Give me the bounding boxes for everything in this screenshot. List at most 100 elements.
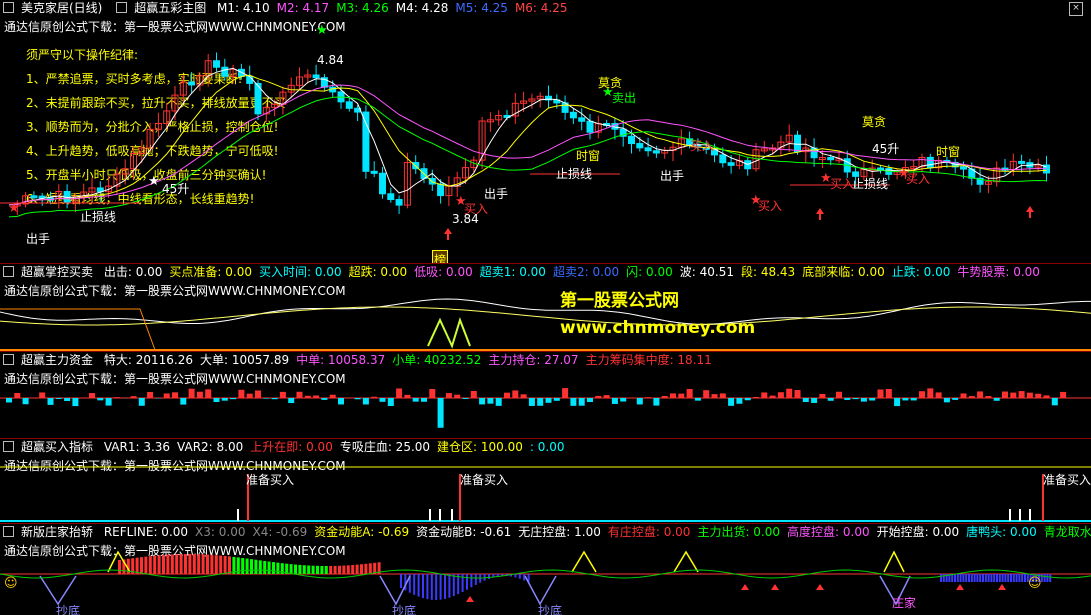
momentum-bar-neg (426, 574, 429, 600)
capital-bar-up (429, 389, 436, 398)
buy-arrow-icon (1026, 206, 1034, 212)
watermark-url: www.chnmoney.com (560, 318, 756, 338)
momentum-bar (118, 560, 121, 574)
buy-indicator-panel[interactable]: 超赢买入指标 VAR1: 3.36 VAR2: 8.00 上升在即: 0.00 专吸庄… (0, 439, 1091, 524)
capital-bar-up (686, 389, 693, 398)
momentum-bar (298, 564, 302, 574)
capital-bar-up (753, 397, 759, 398)
capital-bar-up (603, 395, 610, 398)
capital-bar-up (279, 391, 286, 398)
momentum-bar-neg (987, 574, 990, 582)
capital-bar-down (487, 398, 494, 404)
capital-bar-up (113, 397, 120, 398)
momentum-bar (311, 565, 315, 574)
candle-body (794, 134, 801, 153)
capital-bar-down (553, 398, 560, 401)
capital-bar-up (794, 390, 801, 398)
momentum-bar-neg (1010, 574, 1012, 582)
rise-label: 45升 (162, 182, 190, 196)
momentum-bar (254, 559, 258, 574)
capital-bar-up (711, 394, 718, 398)
capital-bar-down (138, 398, 145, 406)
momentum-bar-neg (1018, 574, 1021, 582)
bottom-label-1: 抄底 (56, 604, 81, 615)
buy-arrow-icon (998, 584, 1006, 590)
momentum-bar-neg (993, 574, 996, 582)
capital-bar-down (387, 398, 394, 407)
capital-bar-down (338, 398, 344, 405)
dealer-panel[interactable]: 新版庄家抬轿 REFLINE: 0.00 X3: 0.00 X4: -0.69 资金动… (0, 524, 1091, 615)
capital-bar-down (495, 398, 502, 406)
momentum-bar (197, 554, 201, 574)
oversold-line (0, 308, 156, 351)
control-panel[interactable]: 超赢掌控买卖 出击: 0.00 买点准备: 0.00 买入时间: 0.00 超跌: 0… (0, 264, 1091, 352)
sell-out-label-3: 出手 (660, 169, 685, 183)
candle-body (188, 81, 196, 86)
momentum-bar-neg (1024, 574, 1026, 582)
capital-bar-up (296, 391, 303, 398)
momentum-bar (263, 560, 267, 574)
capital-chart[interactable] (0, 352, 1091, 438)
capital-bar-up (371, 396, 378, 398)
momentum-bar-neg (954, 574, 956, 582)
capital-bar-up (1018, 391, 1025, 398)
momentum-bar-neg (1004, 574, 1007, 582)
capital-bar-up (919, 391, 925, 398)
candle-body (636, 143, 644, 149)
capital-bar-up (14, 392, 21, 398)
capital-bar-down (694, 398, 701, 401)
capital-bar-down (105, 398, 112, 406)
candle-body (387, 193, 395, 201)
candle-body (827, 157, 835, 161)
momentum-bar-neg (1049, 574, 1052, 582)
wave-line-1 (0, 298, 1091, 325)
capital-bar-down (611, 398, 618, 404)
buy-label-1: 买入 (464, 202, 489, 216)
momentum-bar-neg (448, 574, 451, 598)
momentum-bar (166, 554, 170, 574)
candle-body (30, 195, 38, 199)
rise-label-2: 45升 (872, 142, 900, 156)
capital-bar-up (1060, 391, 1067, 398)
momentum-bar (175, 554, 179, 574)
momentum-bar (170, 554, 174, 574)
capital-bar-down (578, 398, 585, 406)
momentum-bar (179, 554, 183, 574)
capital-bar-down (271, 398, 278, 400)
momentum-bar-neg (1007, 574, 1010, 582)
capital-bar-down (230, 398, 237, 400)
momentum-bar-neg (400, 574, 402, 588)
momentum-bar-neg (996, 574, 998, 582)
capital-bar-up (977, 391, 984, 398)
capital-bar-up (504, 392, 510, 398)
capital-bar-down (852, 398, 859, 400)
momentum-bar (272, 562, 275, 574)
momentum-bar (307, 565, 311, 574)
momentum-bar (316, 565, 319, 574)
capital-bar-up (719, 393, 726, 398)
momentum-bar (289, 564, 293, 574)
buy-indicator-chart[interactable] (0, 439, 1091, 523)
capital-bar-up (1002, 391, 1008, 398)
bottom-label-2: 抄底 (392, 604, 417, 615)
capital-bar-down (728, 398, 735, 406)
momentum-bar (250, 559, 253, 574)
candlestick-chart[interactable]: ★ ★ ★★ ★★★★ (0, 0, 1091, 263)
ready-buy-label-1: 准备买入 (246, 473, 295, 487)
momentum-bar (302, 565, 306, 574)
momentum-bar-neg (417, 574, 420, 597)
momentum-bar-neg (470, 574, 473, 588)
capital-bar-up (404, 394, 411, 398)
momentum-bar-neg (452, 574, 455, 597)
capital-bar-down (421, 398, 427, 402)
candle-body (719, 154, 727, 164)
capital-bar-down (6, 398, 12, 403)
momentum-bar (135, 557, 139, 574)
capital-bar-down (47, 398, 54, 405)
momentum-bar (157, 555, 161, 574)
capital-panel[interactable]: 超赢主力资金 特大: 20116.26 大单: 10057.89 中单: 10058… (0, 352, 1091, 439)
main-chart-panel[interactable]: 美克家居(日线) 超赢五彩主图 M1: 4.10 M2: 4.17 M3: 4.26… (0, 0, 1091, 264)
capital-bar-up (172, 392, 178, 398)
control-chart[interactable] (0, 264, 1091, 351)
capital-bar-down (802, 398, 809, 402)
